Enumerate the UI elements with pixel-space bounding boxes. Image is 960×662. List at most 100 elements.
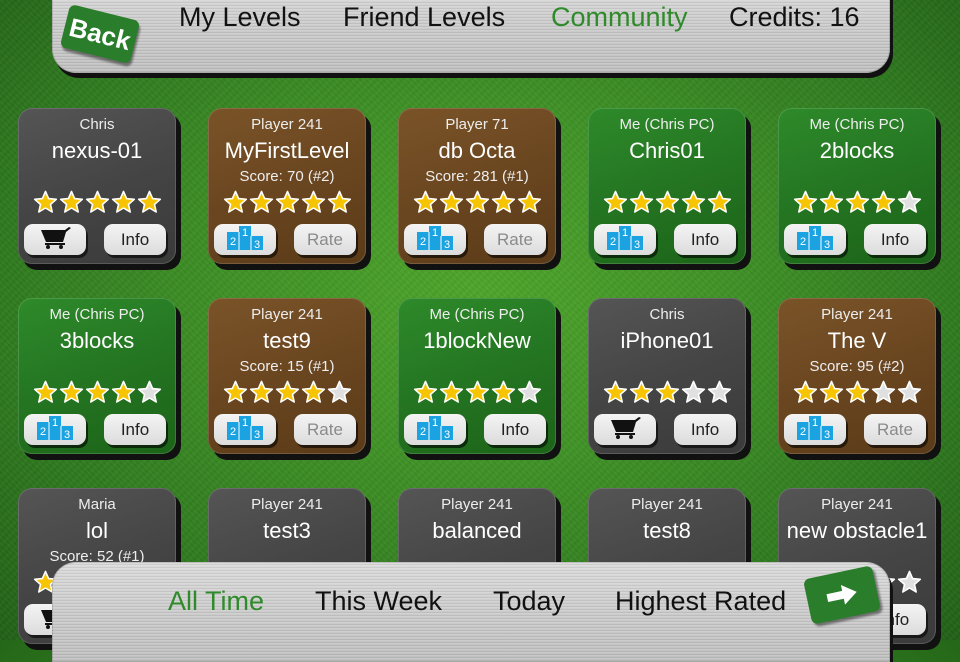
svg-text:1: 1 (812, 417, 818, 429)
info-button[interactable]: Info (104, 224, 166, 255)
star-filled-icon (249, 190, 273, 213)
star-filled-icon (85, 380, 109, 403)
level-title: balanced (432, 518, 522, 543)
level-title: lol (85, 518, 108, 543)
level-card[interactable]: Me (Chris PC) 3blocks 2 1 3 Info (18, 298, 176, 454)
credits-label: Credits: 16 (729, 2, 860, 32)
leaderboard-button[interactable]: 213 (24, 414, 86, 445)
star-empty-icon (897, 190, 921, 213)
info-button[interactable]: Info (104, 414, 166, 445)
star-filled-icon (275, 380, 299, 403)
rate-button: Rate (294, 224, 356, 255)
info-button[interactable]: Info (674, 414, 736, 445)
star-filled-icon (249, 380, 273, 403)
star-filled-icon (137, 190, 161, 213)
podium-icon: 213 (226, 224, 264, 255)
leaderboard-button[interactable]: 213 (784, 224, 846, 255)
podium-icon: 213 (416, 224, 454, 255)
star-filled-icon (845, 380, 869, 403)
level-owner: Player 241 (631, 496, 703, 513)
level-card[interactable]: Player 71 db Octa Score: 281 (#1) 2 1 3 Rate (398, 108, 556, 264)
level-score: Score: 15 (#1) (239, 358, 335, 375)
star-filled-icon (301, 190, 325, 213)
star-filled-icon (85, 190, 109, 213)
rate-button: Rate (294, 414, 356, 445)
level-card[interactable]: Player 241 MyFirstLevel Score: 70 (#2) 2 1 3 R… (208, 108, 366, 264)
star-rating (398, 190, 556, 215)
level-card[interactable]: Me (Chris PC) 2blocks 2 1 3 Info (778, 108, 936, 264)
star-rating (588, 380, 746, 405)
level-card[interactable]: Chris nexus-01 Info (18, 108, 176, 264)
tab-community[interactable]: Community (551, 2, 688, 33)
level-owner: Chris (79, 116, 115, 133)
level-card[interactable]: Me (Chris PC) Chris01 2 1 3 Info (588, 108, 746, 264)
leaderboard-button[interactable]: 213 (214, 414, 276, 445)
level-title: test9 (263, 328, 311, 353)
star-filled-icon (111, 380, 135, 403)
info-button[interactable]: Info (864, 224, 926, 255)
tab-friend-levels[interactable]: Friend Levels (343, 2, 505, 33)
star-filled-icon (327, 190, 351, 213)
cart-icon (38, 225, 72, 254)
leaderboard-button[interactable]: 213 (214, 224, 276, 255)
level-title: Chris01 (629, 138, 705, 163)
filter-today[interactable]: Today (493, 586, 565, 617)
star-empty-icon (681, 380, 705, 403)
top-nav-bar: My Levels Friend Levels Community Credit… (52, 0, 890, 73)
svg-text:3: 3 (634, 239, 640, 250)
svg-text:3: 3 (444, 429, 450, 440)
level-card[interactable]: Me (Chris PC) 1blockNew 2 1 3 Info (398, 298, 556, 454)
filter-all-time[interactable]: All Time (168, 586, 264, 617)
level-owner: Player 241 (251, 306, 323, 323)
filter-highest-rated[interactable]: Highest Rated (615, 586, 786, 617)
podium-icon: 213 (606, 224, 644, 255)
buy-button[interactable] (594, 414, 656, 445)
leaderboard-button[interactable]: 213 (594, 224, 656, 255)
star-empty-icon (517, 380, 541, 403)
level-title: 3blocks (59, 328, 135, 353)
leaderboard-button[interactable]: 213 (784, 414, 846, 445)
star-filled-icon (275, 190, 299, 213)
podium-icon: 213 (226, 414, 264, 445)
level-card[interactable]: Player 241 The V Score: 95 (#2) 2 1 3 Rate (778, 298, 936, 454)
star-filled-icon (819, 380, 843, 403)
svg-text:2: 2 (800, 426, 806, 438)
star-filled-icon (439, 380, 463, 403)
svg-text:3: 3 (64, 429, 70, 440)
svg-text:2: 2 (610, 236, 616, 248)
star-empty-icon (897, 570, 921, 593)
level-owner: Chris (649, 306, 685, 323)
svg-text:1: 1 (52, 417, 58, 429)
level-score: Score: 281 (#1) (425, 168, 529, 185)
star-filled-icon (629, 190, 653, 213)
level-title: test3 (263, 518, 311, 543)
podium-icon: 213 (796, 414, 834, 445)
buy-button[interactable] (24, 224, 86, 255)
star-rating (778, 380, 936, 405)
tab-my-levels[interactable]: My Levels (179, 2, 301, 33)
star-empty-icon (707, 380, 731, 403)
star-filled-icon (33, 190, 57, 213)
level-card[interactable]: Player 241 test9 Score: 15 (#1) 2 1 3 Rate (208, 298, 366, 454)
star-filled-icon (845, 190, 869, 213)
star-filled-icon (871, 190, 895, 213)
info-button[interactable]: Info (484, 414, 546, 445)
leaderboard-button[interactable]: 213 (404, 414, 466, 445)
star-filled-icon (793, 380, 817, 403)
time-filter-bar: All Time This Week Today Highest Rated (52, 562, 890, 662)
podium-icon: 213 (796, 224, 834, 255)
info-button[interactable]: Info (674, 224, 736, 255)
level-title: 1blockNew (423, 328, 531, 353)
star-filled-icon (413, 380, 437, 403)
star-filled-icon (655, 380, 679, 403)
level-score: Score: 95 (#2) (809, 358, 905, 375)
svg-text:3: 3 (824, 429, 830, 440)
level-card[interactable]: Chris iPhone01 Info (588, 298, 746, 454)
leaderboard-button[interactable]: 213 (404, 224, 466, 255)
level-title: iPhone01 (620, 328, 714, 353)
filter-this-week[interactable]: This Week (315, 586, 442, 617)
star-filled-icon (819, 190, 843, 213)
level-owner: Me (Chris PC) (809, 116, 905, 133)
svg-text:1: 1 (812, 227, 818, 239)
svg-text:1: 1 (622, 227, 628, 239)
